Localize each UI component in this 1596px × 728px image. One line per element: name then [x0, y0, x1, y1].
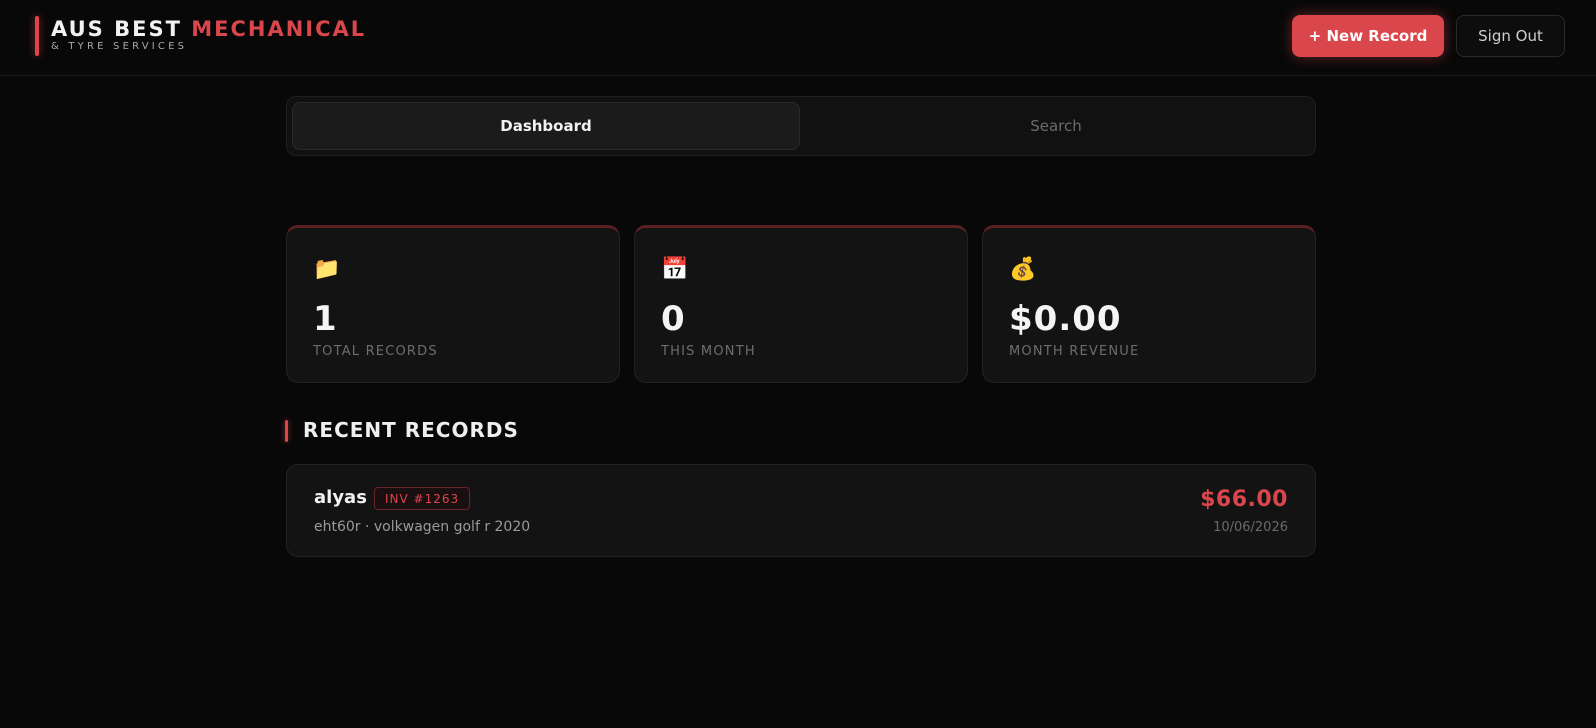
record-customer-name: alyas	[314, 487, 367, 508]
record-date: 10/06/2026	[1213, 520, 1288, 535]
stat-label: MONTH REVENUE	[1009, 344, 1140, 359]
view-tabs: Dashboard Search	[286, 96, 1316, 156]
record-amount: $66.00	[1200, 487, 1288, 512]
stat-card-this-month: 📅 0 THIS MONTH	[634, 225, 968, 383]
sign-out-button[interactable]: Sign Out	[1456, 15, 1565, 57]
stat-value: $0.00	[1009, 299, 1122, 339]
stat-card-month-revenue: 💰 $0.00 MONTH REVENUE	[982, 225, 1316, 383]
recent-records-heading: RECENT RECORDS	[303, 418, 519, 442]
stat-value: 1	[313, 299, 338, 339]
stat-label: THIS MONTH	[661, 344, 756, 359]
brand-accent-bar	[35, 16, 39, 56]
tab-search[interactable]: Search	[802, 102, 1310, 150]
record-vehicle: eht60r · volkwagen golf r 2020	[314, 519, 531, 535]
stat-card-total-records: 📁 1 TOTAL RECORDS	[286, 225, 620, 383]
brand-title: AUS BEST MECHANICAL	[51, 17, 366, 41]
brand-title-white: AUS BEST	[51, 17, 182, 41]
invoice-badge: INV #1263	[374, 487, 471, 510]
stat-value: 0	[661, 299, 686, 339]
top-bar: AUS BEST MECHANICAL & TYRE SERVICES + Ne…	[0, 0, 1596, 76]
stat-label: TOTAL RECORDS	[313, 344, 438, 359]
folder-icon: 📁	[313, 257, 341, 282]
brand-subtitle: & TYRE SERVICES	[51, 41, 188, 52]
tab-dashboard[interactable]: Dashboard	[292, 102, 800, 150]
record-row[interactable]: alyas INV #1263 eht60r · volkwagen golf …	[286, 464, 1316, 557]
brand-title-red: MECHANICAL	[191, 17, 367, 41]
money-bag-icon: 💰	[1009, 257, 1037, 282]
new-record-button[interactable]: + New Record	[1292, 15, 1444, 57]
calendar-icon: 📅	[661, 257, 689, 282]
section-accent-bar	[285, 420, 288, 442]
